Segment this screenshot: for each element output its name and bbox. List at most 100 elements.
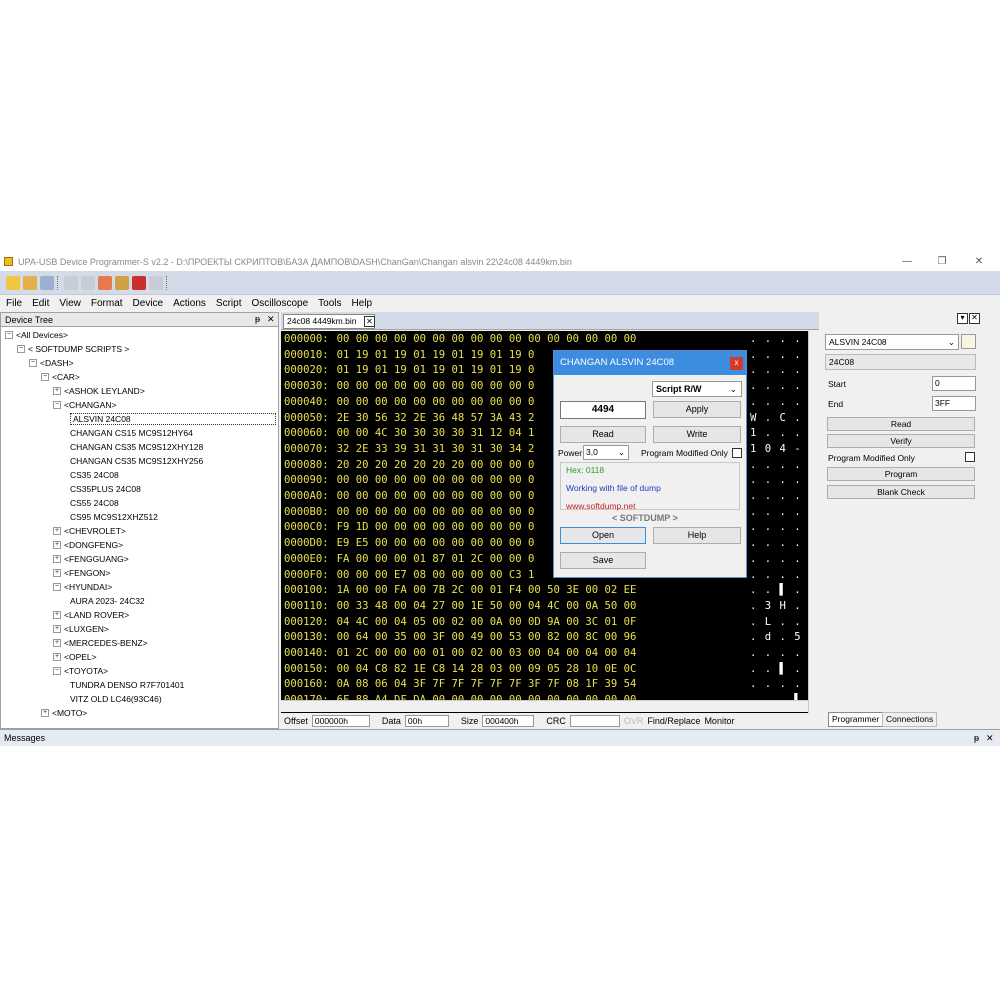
- find-replace-link[interactable]: Find/Replace: [647, 716, 700, 726]
- hex-bytes[interactable]: FA 00 00 00 01 87 01 2C 00 00 0: [337, 553, 535, 565]
- hex-bytes[interactable]: 00 00 00 00 00 00 00 00 00 00 0: [337, 490, 535, 502]
- tree-item[interactable]: VITZ OLD LC46(93C46): [65, 692, 162, 706]
- tree-item[interactable]: + <ASHOK LEYLAND>: [53, 384, 145, 398]
- expand-icon[interactable]: +: [53, 569, 61, 577]
- hex-bytes[interactable]: E9 E5 00 00 00 00 00 00 00 00 0: [337, 537, 535, 549]
- close-window-button[interactable]: ✕: [962, 252, 996, 271]
- hex-row[interactable]: 000130: 00 64 00 35 00 3F 00 49 00 53 00 …: [284, 631, 804, 645]
- power-select[interactable]: 3,0 ⌄: [583, 445, 629, 460]
- tree-item[interactable]: + <FENGGUANG>: [53, 552, 129, 566]
- crc-field[interactable]: [569, 715, 620, 727]
- expand-icon[interactable]: +: [53, 527, 61, 535]
- tree-item[interactable]: − <DASH>: [29, 356, 74, 370]
- device-select[interactable]: ALSVIN 24C08 ⌄: [825, 334, 959, 350]
- close-tab-icon[interactable]: ✕: [364, 316, 375, 327]
- hex-row[interactable]: 000120: 04 4C 00 04 05 00 02 00 0A 00 0D …: [284, 616, 804, 630]
- horizontal-scrollbar[interactable]: [281, 700, 808, 712]
- hex-row[interactable]: 000000: 00 00 00 00 00 00 00 00 00 00 00 …: [284, 333, 804, 347]
- dialog-write-button[interactable]: Write: [653, 426, 741, 443]
- menu-help[interactable]: Help: [352, 298, 373, 309]
- help-button[interactable]: Help: [653, 527, 741, 544]
- menu-script[interactable]: Script: [216, 298, 242, 309]
- pin-icon[interactable]: ᵽ: [974, 733, 979, 743]
- website-link[interactable]: www.softdump.net: [566, 501, 635, 511]
- end-input[interactable]: 3FF: [932, 396, 976, 411]
- settings-icon[interactable]: [132, 275, 146, 290]
- minimize-button[interactable]: —: [890, 252, 924, 271]
- collapse-icon[interactable]: −: [53, 583, 61, 591]
- hex-bytes[interactable]: 00 33 48 00 04 27 00 1E 50 00 04 4C 00 0…: [337, 600, 637, 612]
- tree-item[interactable]: CS35PLUS 24C08: [65, 482, 141, 496]
- tree-item[interactable]: + <MOTO>: [41, 706, 87, 720]
- blank-check-button[interactable]: Blank Check: [827, 485, 975, 499]
- tree-item[interactable]: − <CAR>: [41, 370, 80, 384]
- menu-oscilloscope[interactable]: Oscilloscope: [251, 298, 308, 309]
- expand-icon[interactable]: +: [53, 625, 61, 633]
- tree-item[interactable]: TUNDRA DENSO R7F701401: [65, 678, 184, 692]
- hex-bytes[interactable]: 0A 08 06 04 3F 7F 7F 7F 7F 7F 3F 7F 08 1…: [337, 678, 637, 690]
- apply-button[interactable]: Apply: [653, 401, 741, 418]
- tree-item[interactable]: − <HYUNDAI>: [53, 580, 112, 594]
- menu-file[interactable]: File: [6, 298, 22, 309]
- tree-item[interactable]: CS55 24C08: [65, 496, 119, 510]
- hex-bytes[interactable]: 00 00 00 00 00 00 00 00 00 00 00 00 00 0…: [337, 333, 637, 345]
- print-icon[interactable]: [149, 275, 163, 290]
- close-panel-icon[interactable]: ✕: [267, 314, 275, 325]
- tree-item[interactable]: CS35 24C08: [65, 468, 119, 482]
- offset-field[interactable]: 000000h: [311, 715, 370, 727]
- start-input[interactable]: 0: [932, 376, 976, 391]
- tree-item[interactable]: + <CHEVROLET>: [53, 524, 126, 538]
- open-folder-icon[interactable]: [23, 275, 37, 290]
- expand-icon[interactable]: +: [53, 387, 61, 395]
- close-panel-icon[interactable]: ✕: [986, 733, 994, 744]
- menu-tools[interactable]: Tools: [318, 298, 341, 309]
- menu-device[interactable]: Device: [133, 298, 164, 309]
- hex-bytes[interactable]: 00 00 00 00 00 00 00 00 00 00 0: [337, 506, 535, 518]
- monitor-link[interactable]: Monitor: [704, 716, 734, 726]
- hex-row[interactable]: 000160: 0A 08 06 04 3F 7F 7F 7F 7F 7F 3F …: [284, 678, 804, 692]
- hex-bytes[interactable]: 00 00 00 00 00 00 00 00 00 00 0: [337, 396, 535, 408]
- hex-bytes[interactable]: 2E 30 56 32 2E 36 48 57 3A 43 2: [337, 412, 535, 424]
- tree-item[interactable]: − <TOYOTA>: [53, 664, 108, 678]
- hex-bytes[interactable]: 00 00 4C 30 30 30 30 31 12 04 1: [337, 427, 535, 439]
- hex-bytes[interactable]: F9 1D 00 00 00 00 00 00 00 00 0: [337, 521, 535, 533]
- script-mode-select[interactable]: Script R/W ⌄: [652, 381, 742, 397]
- collapse-icon[interactable]: −: [53, 401, 61, 409]
- tree-item[interactable]: CS95 MC9S12XHZ512: [65, 510, 158, 524]
- tree-item[interactable]: − <CHANGAN>: [53, 398, 116, 412]
- hex-bytes[interactable]: 00 00 00 00 00 00 00 00 00 00 0: [337, 380, 535, 392]
- hex-row[interactable]: 000140: 01 2C 00 00 00 01 00 02 00 03 00 …: [284, 647, 804, 661]
- expand-icon[interactable]: +: [41, 709, 49, 717]
- new-file-icon[interactable]: [6, 275, 20, 290]
- data-field[interactable]: 00h: [404, 715, 449, 727]
- collapse-icon[interactable]: −: [5, 331, 13, 339]
- verify-button[interactable]: Verify: [827, 434, 975, 448]
- program-button[interactable]: Program: [827, 467, 975, 481]
- dialog-close-button[interactable]: x: [730, 357, 743, 370]
- pin-icon[interactable]: ᵽ: [255, 314, 260, 324]
- menu-edit[interactable]: Edit: [32, 298, 49, 309]
- value-input[interactable]: 4494: [560, 401, 646, 419]
- tab-programmer[interactable]: Programmer: [828, 712, 884, 727]
- expand-icon[interactable]: +: [53, 639, 61, 647]
- dialog-read-button[interactable]: Read: [560, 426, 646, 443]
- tree-item[interactable]: AURA 2023- 24C32: [65, 594, 145, 608]
- tree-item[interactable]: ALSVIN 24C08: [65, 412, 276, 426]
- collapse-icon[interactable]: −: [41, 373, 49, 381]
- close-icon[interactable]: ✕: [969, 313, 980, 324]
- hex-bytes[interactable]: 1A 00 00 FA 00 7B 2C 00 01 F4 00 50 3E 0…: [337, 584, 637, 596]
- hex-bytes[interactable]: 01 19 01 19 01 19 01 19 01 19 0: [337, 364, 535, 376]
- hex-bytes[interactable]: 32 2E 33 39 31 31 30 31 30 34 2: [337, 443, 535, 455]
- collapse-icon[interactable]: −: [53, 667, 61, 675]
- menu-actions[interactable]: Actions: [173, 298, 206, 309]
- hex-bytes[interactable]: 00 00 00 00 00 00 00 00 00 00 0: [337, 474, 535, 486]
- save-button[interactable]: Save: [560, 552, 646, 569]
- hex-bytes[interactable]: 00 64 00 35 00 3F 00 49 00 53 00 82 00 8…: [337, 631, 637, 643]
- copy-icon[interactable]: [81, 275, 95, 290]
- tree-item[interactable]: + <OPEL>: [53, 650, 97, 664]
- hex-bytes[interactable]: 20 20 20 20 20 20 20 00 00 00 0: [337, 459, 535, 471]
- hex-row[interactable]: 000100: 1A 00 00 FA 00 7B 2C 00 01 F4 00 …: [284, 584, 804, 598]
- hex-bytes[interactable]: 04 4C 00 04 05 00 02 00 0A 00 0D 9A 00 3…: [337, 616, 637, 628]
- program-modified-only-checkbox[interactable]: [965, 452, 975, 462]
- tree-item[interactable]: − <All Devices>: [5, 328, 68, 342]
